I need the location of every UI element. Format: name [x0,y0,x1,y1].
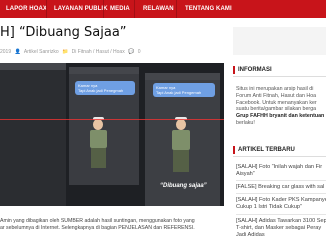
article-link[interactable]: Aisyah” [236,171,326,177]
article-link[interactable]: [SALAH] Adidas Tawarkan 3100 Sep [236,218,326,224]
post-comments[interactable]: 0 [138,49,141,55]
article-divider [236,193,326,194]
article-link[interactable]: [SALAH] Foto “Inilah wajah dan Fir [236,164,326,170]
image-caption: “Dibuang sajaa” [160,183,207,189]
nav-media[interactable]: MEDIA [110,0,130,18]
post-category[interactable]: Di Fitnah / Hasut / Hoax [72,49,125,55]
nav-relawan[interactable]: RELAWAN [143,0,174,18]
article-link[interactable]: [FALSE] Breaking car glass with sal [236,184,326,190]
article-link[interactable]: Cukup 1 Istri Tidak Cukup” [236,204,326,210]
screenshot-panel-middle: Kamar nya Tapi Anak jadi Penegmah [69,67,139,185]
widget-title-informasi: INFORMASI [233,64,326,77]
post-date: 2019 [0,49,12,55]
article-divider [236,214,326,215]
article-link[interactable]: T-shirt, dan Masker sebagai Peray [236,225,326,231]
chat-bubble: Kamar nya Tapi Anak jadi Pengemah [153,83,215,97]
nav-tentang-kami[interactable]: TENTANG KAMI [185,0,232,18]
article-divider [236,180,326,181]
author-icon: 👤 [14,49,21,55]
sidebar-banner [233,27,326,55]
main-nav: LAPOR HOAX LAYANAN PUBLIK MEDIA RELAWAN … [0,0,326,18]
chat-bubble: Kamar nya Tapi Anak jadi Penegmah [75,81,135,95]
nav-divider [134,0,135,18]
nav-divider [103,0,104,18]
info-text: Situs ini merupakan arsip hasil di Forum… [236,86,325,126]
article-link[interactable]: Jadi Adidas [236,232,326,238]
post-meta: 2019 👤 Artikel Sanrizko 📁 Di Fitnah / Ha… [0,49,143,59]
post-excerpt: Amin yang dibagikan oleh SUMBER adalah h… [0,218,226,232]
nav-divider [176,0,177,18]
excerpt-line: Amin yang dibagikan oleh SUMBER adalah h… [0,218,195,224]
nav-lapor-hoax[interactable]: LAPOR HOAX [6,0,47,18]
widget-title-artikel-terbaru: ARTIKEL TERBARU [233,144,326,157]
comment-icon: 💬 [128,49,135,55]
excerpt-line: ar sebelumnya di Internet. Selengkapnya … [0,225,195,231]
nav-divider [46,0,47,18]
folder-icon: 📁 [62,49,69,55]
post-title: H] “Dibuang Sajaa” [0,25,127,40]
screenshot-panel-left [0,63,66,206]
post-image: Kamar nya Tapi Anak jadi Penegmah Kamar … [0,63,224,206]
post-author[interactable]: Artikel Sanrizko [24,49,59,55]
nav-layanan-publik[interactable]: LAYANAN PUBLIK [54,0,108,18]
article-link[interactable]: [SALAH] Foto Kader PKS Kampanye [236,197,326,203]
annotation-line [0,119,224,120]
